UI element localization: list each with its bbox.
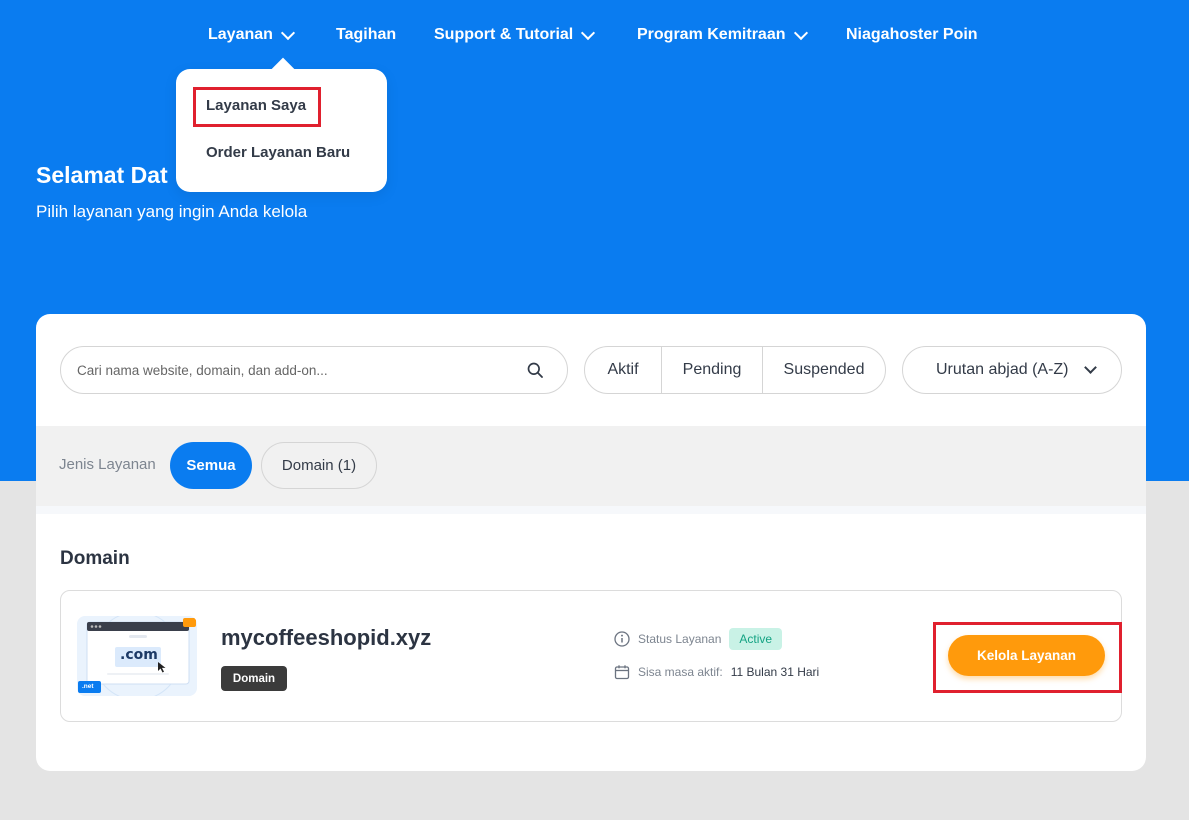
menu-item-layanan-saya[interactable]: Layanan Saya [206,97,306,114]
type-pill-domain[interactable]: Domain (1) [261,442,377,489]
nav-item-tagihan[interactable]: Tagihan [336,26,396,44]
nav-item-support-tutorial[interactable]: Support & Tutorial [434,25,596,44]
status-label: Status Layanan [638,632,722,646]
status-badge: Active [729,628,783,650]
top-navigation: Layanan Tagihan Support & Tutorial Progr… [0,0,1189,72]
service-type-bar: Jenis Layanan Semua Domain (1) [36,426,1146,506]
service-type-label: Jenis Layanan [59,456,156,473]
service-row: .com .net mycoffeeshopid.xyz Domain Stat… [60,590,1122,722]
chevron-down-icon [793,25,808,40]
nav-item-program-kemitraan[interactable]: Program Kemitraan [637,25,808,44]
sort-dropdown[interactable]: Urutan abjad (A-Z) [902,346,1122,394]
chevron-down-icon [1084,361,1097,374]
domain-name: mycoffeeshopid.xyz [221,625,432,650]
nav-item-label: Program Kemitraan [637,26,786,43]
nav-item-label: Niagahoster Poin [846,26,978,43]
layanan-dropdown-menu: Layanan Saya Order Layanan Baru [176,69,387,192]
filter-suspended[interactable]: Suspended [763,347,885,393]
section-title: Domain [60,548,130,569]
chevron-down-icon [581,25,596,40]
type-pill-semua[interactable]: Semua [170,442,252,489]
search-input[interactable] [77,347,507,393]
domain-thumbnail: .com .net [77,616,197,696]
service-type-badge: Domain [221,666,287,691]
search-icon[interactable] [527,362,543,378]
nav-item-niagahoster-poin[interactable]: Niagahoster Poin [846,26,978,44]
chevron-down-icon [280,25,295,40]
filter-aktif[interactable]: Aktif [585,347,662,393]
filter-pending[interactable]: Pending [662,347,763,393]
page-title: Selamat Dat [36,162,168,188]
remaining-value: 11 Bulan 31 Hari [730,665,820,679]
kelola-layanan-button[interactable]: Kelola Layanan [948,635,1105,676]
page-subtitle: Pilih layanan yang ingin Anda kelola [36,202,308,221]
nav-item-layanan[interactable]: Layanan [208,25,295,44]
search-box [60,346,568,394]
services-card: Aktif Pending Suspended Urutan abjad (A-… [36,314,1146,771]
service-remaining-time: Sisa masa aktif: 11 Bulan 31 Hari [614,664,819,680]
sort-selected-label: Urutan abjad (A-Z) [936,361,1069,378]
service-status: Status Layanan Active [614,628,783,650]
nav-item-label: Support & Tutorial [434,26,574,43]
thumb-domain-tag: .net [82,683,94,690]
divider [36,506,1146,514]
nav-item-label: Tagihan [336,26,397,43]
nav-item-label: Layanan [208,26,273,43]
remaining-label: Sisa masa aktif: [638,665,723,679]
status-filter-group: Aktif Pending Suspended [584,346,886,394]
calendar-icon [614,665,630,680]
info-icon [614,631,630,647]
menu-item-order-layanan-baru[interactable]: Order Layanan Baru [206,144,350,161]
thumb-domain-text: .com [120,647,158,663]
